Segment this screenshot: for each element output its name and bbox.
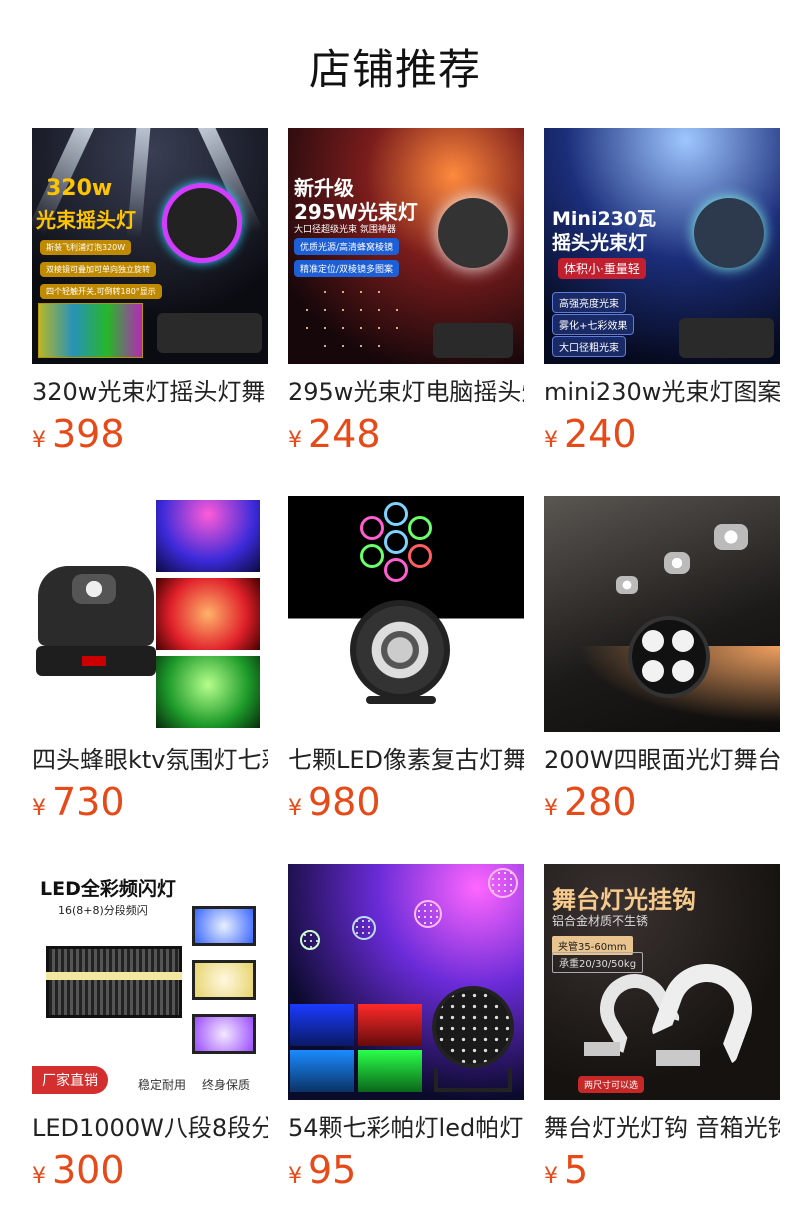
product-image[interactable] (544, 496, 780, 732)
currency-symbol: ¥ (288, 796, 302, 821)
price-value: 398 (52, 412, 125, 456)
product-price: ¥95 (288, 1148, 524, 1192)
image-headline: 320w (46, 176, 113, 201)
currency-symbol: ¥ (544, 796, 558, 821)
product-price: ¥280 (544, 780, 780, 824)
product-card[interactable]: 54颗七彩帕灯led帕灯 ¥95 (288, 864, 524, 1192)
image-subtitle: 大口径超级光束 氛围神器 (294, 225, 396, 235)
product-name[interactable]: 舞台灯光灯钩 音箱光钩 (544, 1112, 780, 1144)
price-value: 248 (308, 412, 381, 456)
image-bullet: 高强亮度光束 (552, 292, 626, 313)
product-image[interactable]: Mini230瓦 摇头光束灯 体积小·重量轻 高强亮度光束 雾化+七彩效果 大口… (544, 128, 780, 364)
image-bullet: 双棱镜可叠加可单向独立旋转 (40, 262, 156, 277)
product-name[interactable]: 七颗LED像素复古灯舞台 (288, 744, 524, 776)
product-name[interactable]: 320w光束灯摇头灯舞台灯 (32, 376, 268, 408)
product-card[interactable]: 320w 光束摇头灯 斯装飞利浦灯泡320W 双棱镜可叠加可单向独立旋转 四个轻… (32, 128, 268, 456)
image-subtitle: 体积小·重量轻 (558, 258, 646, 279)
product-card[interactable]: 200W四眼面光灯舞台灯 ¥280 (544, 496, 780, 824)
product-image[interactable] (288, 864, 524, 1100)
page-title: 店铺推荐 (308, 45, 481, 94)
product-image[interactable]: 舞台灯光挂钩 铝合金材质不生锈 夹管35-60mm 承重20/30/50kg 两… (544, 864, 780, 1100)
product-price: ¥730 (32, 780, 268, 824)
image-bullet: 承重20/30/50kg (552, 952, 644, 973)
image-headline2: 光束摇头灯 (36, 208, 136, 232)
product-card[interactable]: 七颗LED像素复古灯舞台 ¥980 (288, 496, 524, 824)
currency-symbol: ¥ (288, 1164, 302, 1189)
currency-symbol: ¥ (32, 428, 46, 453)
product-price: ¥398 (32, 412, 268, 456)
product-card[interactable]: 新升级 295W光束灯 大口径超级光束 氛围神器 优质光源/高清蜂窝棱镜 精准定… (288, 128, 524, 456)
image-bullet: 四个轻触开关,可倒转180°显示 (40, 284, 162, 299)
product-price: ¥240 (544, 412, 780, 456)
price-value: 280 (564, 780, 637, 824)
image-headline: 舞台灯光挂钩 (552, 886, 696, 914)
image-bullet: 雾化+七彩效果 (552, 314, 635, 335)
product-name[interactable]: 54颗七彩帕灯led帕灯 (288, 1112, 524, 1144)
product-price: ¥5 (544, 1148, 780, 1192)
image-bullet: 优质光源/高清蜂窝棱镜 (294, 238, 400, 255)
image-bullet: 稳定耐用 (138, 1078, 187, 1092)
product-card[interactable]: 四头蜂眼ktv氛围灯七彩 ¥730 (32, 496, 268, 824)
currency-symbol: ¥ (32, 1164, 46, 1189)
currency-symbol: ¥ (288, 428, 302, 453)
product-name[interactable]: LED1000W八段8段分区 (32, 1112, 268, 1144)
price-value: 95 (308, 1148, 357, 1192)
product-card[interactable]: 舞台灯光挂钩 铝合金材质不生锈 夹管35-60mm 承重20/30/50kg 两… (544, 864, 780, 1192)
product-name[interactable]: 200W四眼面光灯舞台灯 (544, 744, 780, 776)
product-image[interactable]: 320w 光束摇头灯 斯装飞利浦灯泡320W 双棱镜可叠加可单向独立旋转 四个轻… (32, 128, 268, 364)
image-bullet: 终身保质 (202, 1078, 251, 1092)
price-value: 240 (564, 412, 637, 456)
image-subtitle: 铝合金材质不生锈 (552, 914, 649, 928)
image-bullet: 精准定位/双棱镜多图案 (294, 260, 400, 277)
currency-symbol: ¥ (32, 796, 46, 821)
price-value: 980 (308, 780, 381, 824)
product-name[interactable]: 295w光束灯电脑摇头灯 (288, 376, 524, 408)
image-headline2: 摇头光束灯 (552, 232, 648, 254)
price-value: 300 (52, 1148, 125, 1192)
image-bullet: 大口径粗光束 (552, 336, 626, 357)
product-card[interactable]: Mini230瓦 摇头光束灯 体积小·重量轻 高强亮度光束 雾化+七彩效果 大口… (544, 128, 780, 456)
image-bullet: 斯装飞利浦灯泡320W (40, 240, 132, 255)
image-headline2: 295W光束灯 (294, 200, 418, 224)
image-headline: LED全彩频闪灯 (40, 878, 176, 900)
image-subtitle: 16(8+8)分段频闪 (58, 904, 148, 917)
image-badge: 厂家直销 (32, 1066, 108, 1094)
image-headline: Mini230瓦 (552, 208, 657, 230)
product-name[interactable]: mini230w光束灯图案灯 (544, 376, 780, 408)
currency-symbol: ¥ (544, 1164, 558, 1189)
image-badge: 两尺寸可以选 (578, 1076, 645, 1093)
product-price: ¥300 (32, 1148, 268, 1192)
product-image[interactable] (288, 496, 524, 732)
product-price: ¥980 (288, 780, 524, 824)
product-image[interactable]: LED全彩频闪灯 16(8+8)分段频闪 厂家直销 稳定耐用 终身保质 (32, 864, 268, 1100)
product-price: ¥248 (288, 412, 524, 456)
price-value: 5 (564, 1148, 589, 1192)
product-name[interactable]: 四头蜂眼ktv氛围灯七彩 (32, 744, 268, 776)
price-value: 730 (52, 780, 125, 824)
product-card[interactable]: LED全彩频闪灯 16(8+8)分段频闪 厂家直销 稳定耐用 终身保质 LED1… (32, 864, 268, 1192)
product-image[interactable]: 新升级 295W光束灯 大口径超级光束 氛围神器 优质光源/高清蜂窝棱镜 精准定… (288, 128, 524, 364)
currency-symbol: ¥ (544, 428, 558, 453)
product-image[interactable] (32, 496, 268, 732)
